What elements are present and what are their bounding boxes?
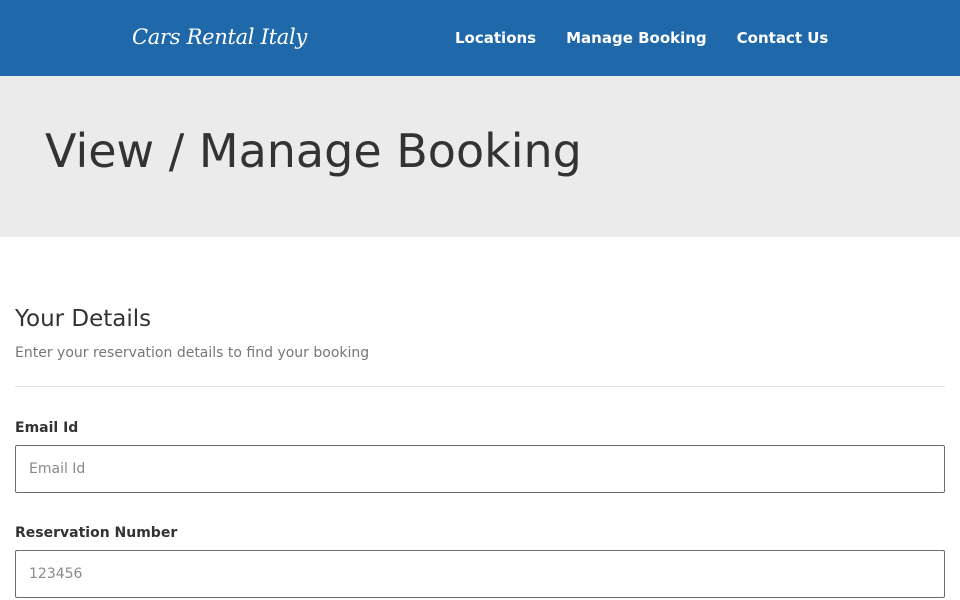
nav-link-manage-booking[interactable]: Manage Booking (566, 29, 707, 47)
page-hero-banner: View / Manage Booking (0, 76, 960, 237)
brand-logo-link[interactable]: Cars Rental Italy (132, 22, 307, 52)
section-divider (15, 386, 945, 387)
section-title: Your Details (15, 306, 152, 332)
email-input[interactable] (15, 445, 945, 493)
reservation-number-input[interactable] (15, 550, 945, 598)
reservation-number-label: Reservation Number (15, 525, 178, 541)
nav-link-locations[interactable]: Locations (455, 29, 536, 47)
main-nav: Locations Manage Booking Contact Us (455, 0, 858, 76)
section-subtitle: Enter your reservation details to find y… (15, 345, 370, 361)
email-field-label: Email Id (15, 420, 79, 436)
top-navbar: Cars Rental Italy Locations Manage Booki… (0, 0, 960, 76)
page-title: View / Manage Booking (45, 124, 582, 178)
nav-link-contact-us[interactable]: Contact Us (737, 29, 829, 47)
